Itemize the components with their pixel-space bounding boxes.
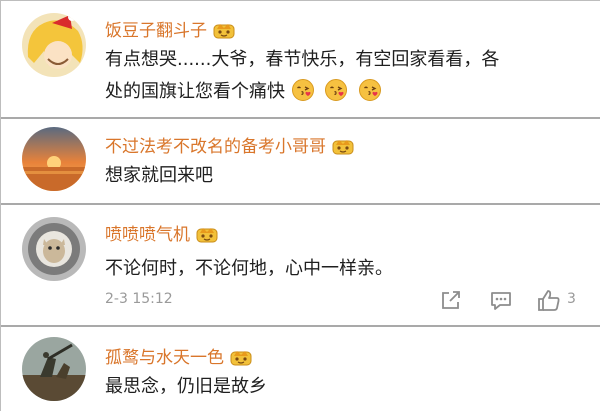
username-text[interactable]: 不过法考不改名的备考小哥哥 — [105, 132, 326, 157]
comment-text-line: 不论何时，不论何地，心中一样亲。 — [105, 258, 393, 279]
like-count: 3 — [567, 291, 576, 307]
crown-badge-icon — [196, 226, 218, 243]
username[interactable]: 不过法考不改名的备考小哥哥 — [105, 132, 354, 157]
avatar[interactable] — [22, 337, 86, 401]
comment-text: 有点想哭......大爷，春节快乐，有空回家看看，各 处的国旗让您看个痛快 — [105, 44, 499, 108]
username[interactable]: 孤鹜与水天一色 — [105, 343, 252, 368]
avatar[interactable] — [22, 217, 86, 281]
username-text[interactable]: 孤鹜与水天一色 — [105, 343, 224, 368]
comment-text-segment: 处的国旗让您看个痛快 — [105, 81, 285, 102]
kissing-face-icon — [325, 78, 348, 102]
crown-badge-icon — [230, 349, 252, 366]
username-text[interactable]: 喷喷喷气机 — [105, 220, 190, 245]
thumbs-up-icon[interactable] — [536, 287, 562, 313]
comment-text: 最思念，仍旧是故乡 — [105, 371, 267, 403]
avatar[interactable] — [22, 127, 86, 191]
comment-list: 饭豆子翻斗子 有点想哭......大爷，春节快乐，有空回家看看，各 处的国旗让您… — [0, 0, 600, 411]
comment-text-line: 想家就回来吧 — [105, 165, 213, 186]
kissing-face-icon — [359, 78, 382, 102]
crown-badge-icon — [213, 22, 235, 39]
crown-badge-icon — [332, 138, 354, 155]
comment-text-line: 最思念，仍旧是故乡 — [105, 376, 267, 397]
comment-text-line: 处的国旗让您看个痛快 — [105, 76, 499, 108]
comment-text: 不论何时，不论何地，心中一样亲。 — [105, 253, 393, 285]
comment-icon[interactable] — [488, 287, 514, 313]
username[interactable]: 饭豆子翻斗子 — [105, 16, 235, 41]
comment-item: 饭豆子翻斗子 有点想哭......大爷，春节快乐，有空回家看看，各 处的国旗让您… — [1, 1, 600, 118]
comment-text: 想家就回来吧 — [105, 160, 213, 192]
comment-text-line: 有点想哭......大爷，春节快乐，有空回家看看，各 — [105, 49, 500, 70]
username[interactable]: 喷喷喷气机 — [105, 220, 218, 245]
share-icon[interactable] — [438, 287, 464, 313]
comment-item: 不过法考不改名的备考小哥哥 想家就回来吧 — [1, 119, 600, 203]
timestamp: 2-3 15:12 — [105, 291, 173, 307]
username-text[interactable]: 饭豆子翻斗子 — [105, 16, 207, 41]
kissing-face-icon — [291, 78, 314, 102]
comment-item: 孤鹜与水天一色 最思念，仍旧是故乡 — [1, 327, 600, 411]
avatar[interactable] — [22, 13, 86, 77]
